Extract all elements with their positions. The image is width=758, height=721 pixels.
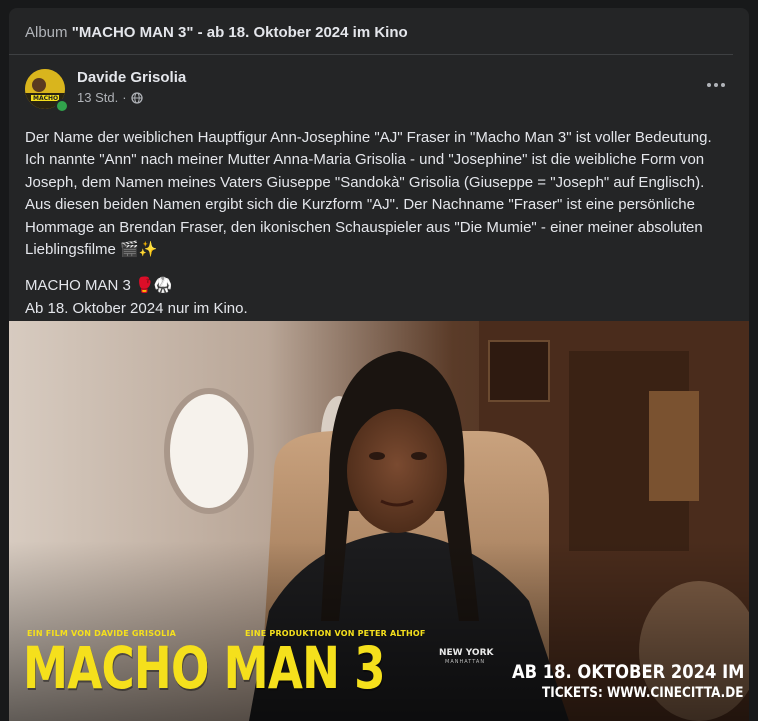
post-paragraph: MACHO MAN 3 🥊🥋 <box>25 277 173 295</box>
globe-icon <box>130 91 143 104</box>
post-header: MACHO Davide Grisolia 13 Std. · <box>9 55 749 113</box>
more-options-button[interactable] <box>701 73 731 97</box>
movie-title: MACHO MAN 3 <box>23 634 386 702</box>
more-horizontal-icon <box>714 83 718 87</box>
more-horizontal-icon <box>721 83 725 87</box>
svg-text:MACHO: MACHO <box>33 95 58 102</box>
meta-separator: · <box>122 90 127 105</box>
tickets-info: TICKETS: WWW.CINECITTA.DE <box>542 685 744 701</box>
release-date: AB 18. OKTOBER 2024 IM KINO <box>512 661 749 683</box>
album-label: Album <box>25 24 68 41</box>
hoodie-print: NEW YORK <box>439 648 494 658</box>
post-photo[interactable]: EIN FILM VON DAVIDE GRISOLIA EINE PRODUK… <box>9 321 749 721</box>
post-body: Der Name der weiblichen Hauptfigur Ann-J… <box>9 113 749 320</box>
author-name[interactable]: Davide Grisolia <box>77 69 186 86</box>
post-card: Album "MACHO MAN 3" - ab 18. Oktober 202… <box>9 8 749 721</box>
more-horizontal-icon <box>707 83 711 87</box>
online-status-dot <box>55 99 69 113</box>
hoodie-subprint: MANHATTAN <box>445 659 486 665</box>
post-meta: 13 Std. · <box>77 90 143 105</box>
album-header: Album "MACHO MAN 3" - ab 18. Oktober 202… <box>9 8 733 55</box>
album-name[interactable]: "MACHO MAN 3" - ab 18. Oktober 2024 im K… <box>72 24 408 41</box>
post-paragraph: Der Name der weiblichen Hauptfigur Ann-J… <box>25 129 712 259</box>
post-paragraph: Ab 18. Oktober 2024 nur im Kino. <box>25 299 248 317</box>
post-time[interactable]: 13 Std. <box>77 90 118 105</box>
